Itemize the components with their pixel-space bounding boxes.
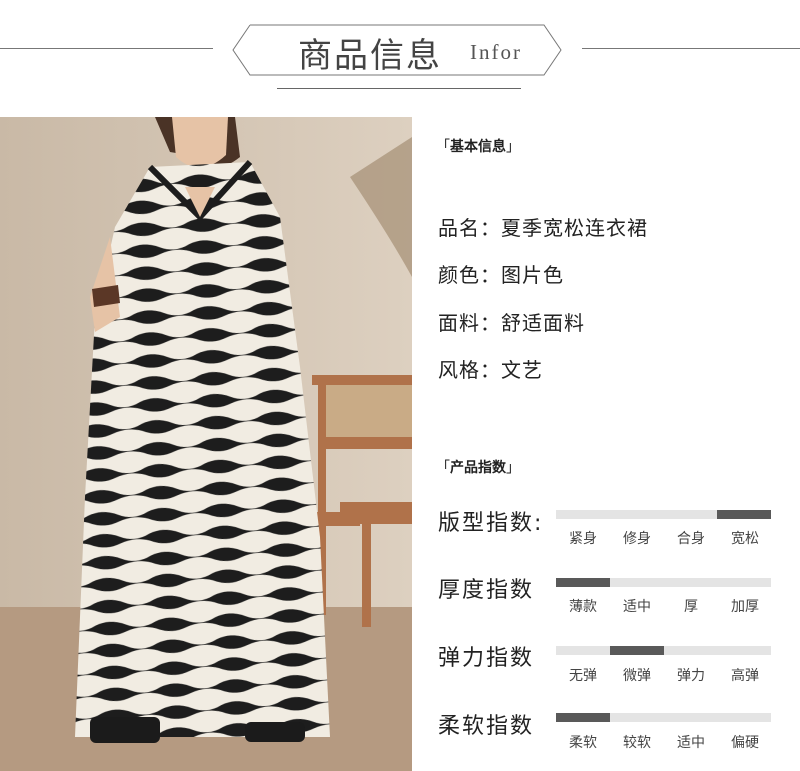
- index-option: 适中: [677, 735, 705, 751]
- index-option: 适中: [623, 599, 651, 615]
- index-option: 偏硬: [731, 735, 759, 751]
- fit-index-label: 版型指数:: [438, 511, 544, 536]
- info-label: 颜色：: [438, 263, 501, 287]
- info-label: 面料：: [438, 311, 501, 335]
- index-option: 紧身: [569, 531, 597, 547]
- info-value: 图片色: [501, 263, 564, 287]
- softness-index-bar: [556, 713, 771, 722]
- page-subtitle: Infor: [470, 40, 522, 64]
- basic-info-title: 「基本信息」: [436, 139, 520, 155]
- index-option: 宽松: [731, 531, 759, 547]
- index-option: 薄款: [569, 599, 597, 615]
- product-photo: [0, 117, 412, 771]
- info-row-style: 风格：文艺: [438, 354, 543, 383]
- index-option: 柔软: [569, 735, 597, 751]
- thickness-index-bar: [556, 578, 771, 587]
- info-label: 品名：: [438, 216, 501, 240]
- thickness-index-label: 厚度指数: [438, 578, 535, 603]
- index-option: 较软: [623, 735, 651, 751]
- softness-index-fill: [556, 713, 610, 722]
- header-underline: [277, 88, 521, 89]
- index-option: 厚: [684, 599, 698, 615]
- info-value: 舒适面料: [501, 311, 585, 335]
- index-option: 加厚: [731, 599, 759, 615]
- info-value: 夏季宽松连衣裙: [501, 216, 648, 240]
- info-value: 文艺: [501, 358, 543, 382]
- elasticity-index-fill: [609, 646, 664, 655]
- index-option: 无弹: [569, 668, 597, 684]
- elasticity-index-label: 弹力指数: [438, 646, 535, 671]
- index-option: 微弹: [623, 668, 651, 684]
- header-rule-left: [0, 48, 213, 49]
- index-option: 高弹: [731, 668, 759, 684]
- fit-index-fill: [717, 510, 771, 519]
- index-option: 修身: [623, 531, 651, 547]
- index-option: 弹力: [677, 668, 705, 684]
- elasticity-index-bar: [556, 646, 771, 655]
- index-option: 合身: [677, 531, 705, 547]
- page-title: 商品信息: [298, 36, 442, 76]
- fit-index-bar: [556, 510, 771, 519]
- header-rule-right: [582, 48, 800, 49]
- info-row-fabric: 面料：舒适面料: [438, 307, 585, 336]
- thickness-index-fill: [556, 578, 610, 587]
- info-row-color: 颜色：图片色: [438, 259, 564, 288]
- info-row-name: 品名：夏季宽松连衣裙: [438, 212, 648, 241]
- product-index-title: 「产品指数」: [436, 460, 520, 476]
- info-label: 风格：: [438, 358, 501, 382]
- softness-index-label: 柔软指数: [438, 714, 535, 739]
